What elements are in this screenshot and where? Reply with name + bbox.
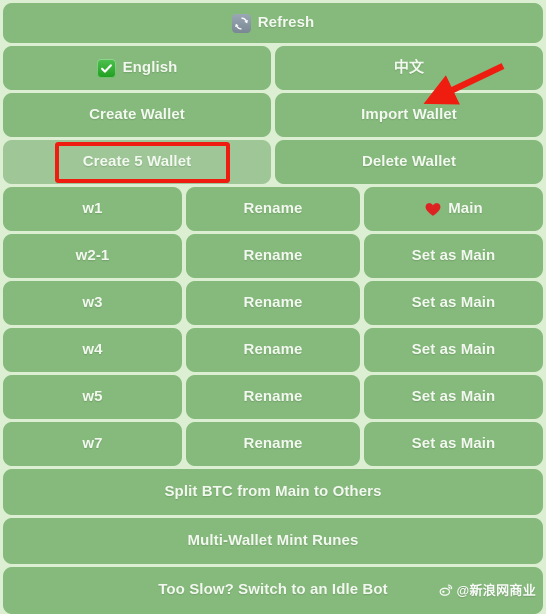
wallet-bot-panel: Refresh English 中文 Create Wallet Import … [0,0,546,614]
wallet-name-button[interactable]: w7 [3,422,182,466]
import-wallet-button[interactable]: Import Wallet [275,93,543,137]
wallet-name-button[interactable]: w4 [3,328,182,372]
wallet-main-label: Set as Main [411,340,496,358]
delete-wallet-button[interactable]: Delete Wallet [275,140,543,184]
split-btc-button[interactable]: Split BTC from Main to Others [3,469,543,515]
heart-icon [424,200,442,218]
wallet-rename-button[interactable]: Rename [186,187,360,231]
wallet-row: w5 Rename Set as Main [3,375,543,419]
wallet-rename-label: Rename [243,387,303,405]
multi-wallet-mint-runes-button[interactable]: Multi-Wallet Mint Runes [3,518,543,564]
create5-delete-row: Create 5 Wallet Delete Wallet [3,140,543,184]
wallet-set-main-button[interactable]: Set as Main [364,375,543,419]
wallet-main-label: Main [448,199,483,217]
wallet-rename-button[interactable]: Rename [186,375,360,419]
wallet-set-main-button[interactable]: Set as Main [364,422,543,466]
wallet-name-label: w3 [82,293,103,311]
language-row: English 中文 [3,46,543,90]
mint-runes-row: Multi-Wallet Mint Runes [3,518,543,564]
mint-runes-label: Multi-Wallet Mint Runes [187,531,359,549]
refresh-label: Refresh [257,13,315,31]
wallet-rename-label: Rename [243,293,303,311]
wallet-rename-button[interactable]: Rename [186,281,360,325]
wallet-set-main-button[interactable]: Set as Main [364,234,543,278]
wallet-name-label: w4 [82,340,103,358]
wallet-rename-label: Rename [243,434,303,452]
wallet-row: w1 Rename Main [3,187,543,231]
wallet-name-label: w1 [82,199,103,217]
wallet-rename-button[interactable]: Rename [186,234,360,278]
create-5-wallet-button[interactable]: Create 5 Wallet [3,140,271,184]
idle-bot-label: Too Slow? Switch to an Idle Bot [158,581,388,599]
refresh-button[interactable]: Refresh [3,3,543,43]
wallet-name-button[interactable]: w2-1 [3,234,182,278]
wallet-rename-button[interactable]: Rename [186,328,360,372]
wallet-name-button[interactable]: w1 [3,187,182,231]
wallet-name-button[interactable]: w5 [3,375,182,419]
language-chinese-button[interactable]: 中文 [275,46,543,90]
refresh-icon [231,13,251,33]
check-icon [96,58,116,78]
wallet-rename-label: Rename [243,199,303,217]
wallet-row: w4 Rename Set as Main [3,328,543,372]
delete-wallet-label: Delete Wallet [361,152,457,170]
wallet-main-label: Set as Main [411,434,496,452]
wallet-set-main-button[interactable]: Set as Main [364,328,543,372]
wallet-row: w3 Rename Set as Main [3,281,543,325]
split-btc-row: Split BTC from Main to Others [3,469,543,515]
create-wallet-button[interactable]: Create Wallet [3,93,271,137]
create-import-row: Create Wallet Import Wallet [3,93,543,137]
wallet-name-label: w5 [82,387,103,405]
wallet-rename-button[interactable]: Rename [186,422,360,466]
wallet-main-label: Set as Main [411,246,496,264]
wallet-row: w2-1 Rename Set as Main [3,234,543,278]
language-english-label: English [122,58,178,76]
split-btc-label: Split BTC from Main to Others [164,482,382,500]
create-5-wallet-label: Create 5 Wallet [82,152,192,170]
wallet-rename-label: Rename [243,340,303,358]
import-wallet-label: Import Wallet [361,105,457,123]
wallet-name-label: w2-1 [75,246,110,264]
wallet-name-button[interactable]: w3 [3,281,182,325]
wallet-main-button[interactable]: Main [364,187,543,231]
wallet-rename-label: Rename [243,246,303,264]
language-chinese-label: 中文 [393,58,425,76]
watermark: @新浪网商业 [439,580,536,599]
wallet-name-label: w7 [82,434,103,452]
watermark-text: @新浪网商业 [456,583,536,598]
refresh-row: Refresh [3,3,543,43]
create-wallet-label: Create Wallet [89,105,185,123]
wallet-set-main-button[interactable]: Set as Main [364,281,543,325]
wallet-main-label: Set as Main [411,387,496,405]
wallet-row: w7 Rename Set as Main [3,422,543,466]
language-english-button[interactable]: English [3,46,271,90]
wallet-main-label: Set as Main [411,293,496,311]
weibo-icon [439,583,453,597]
